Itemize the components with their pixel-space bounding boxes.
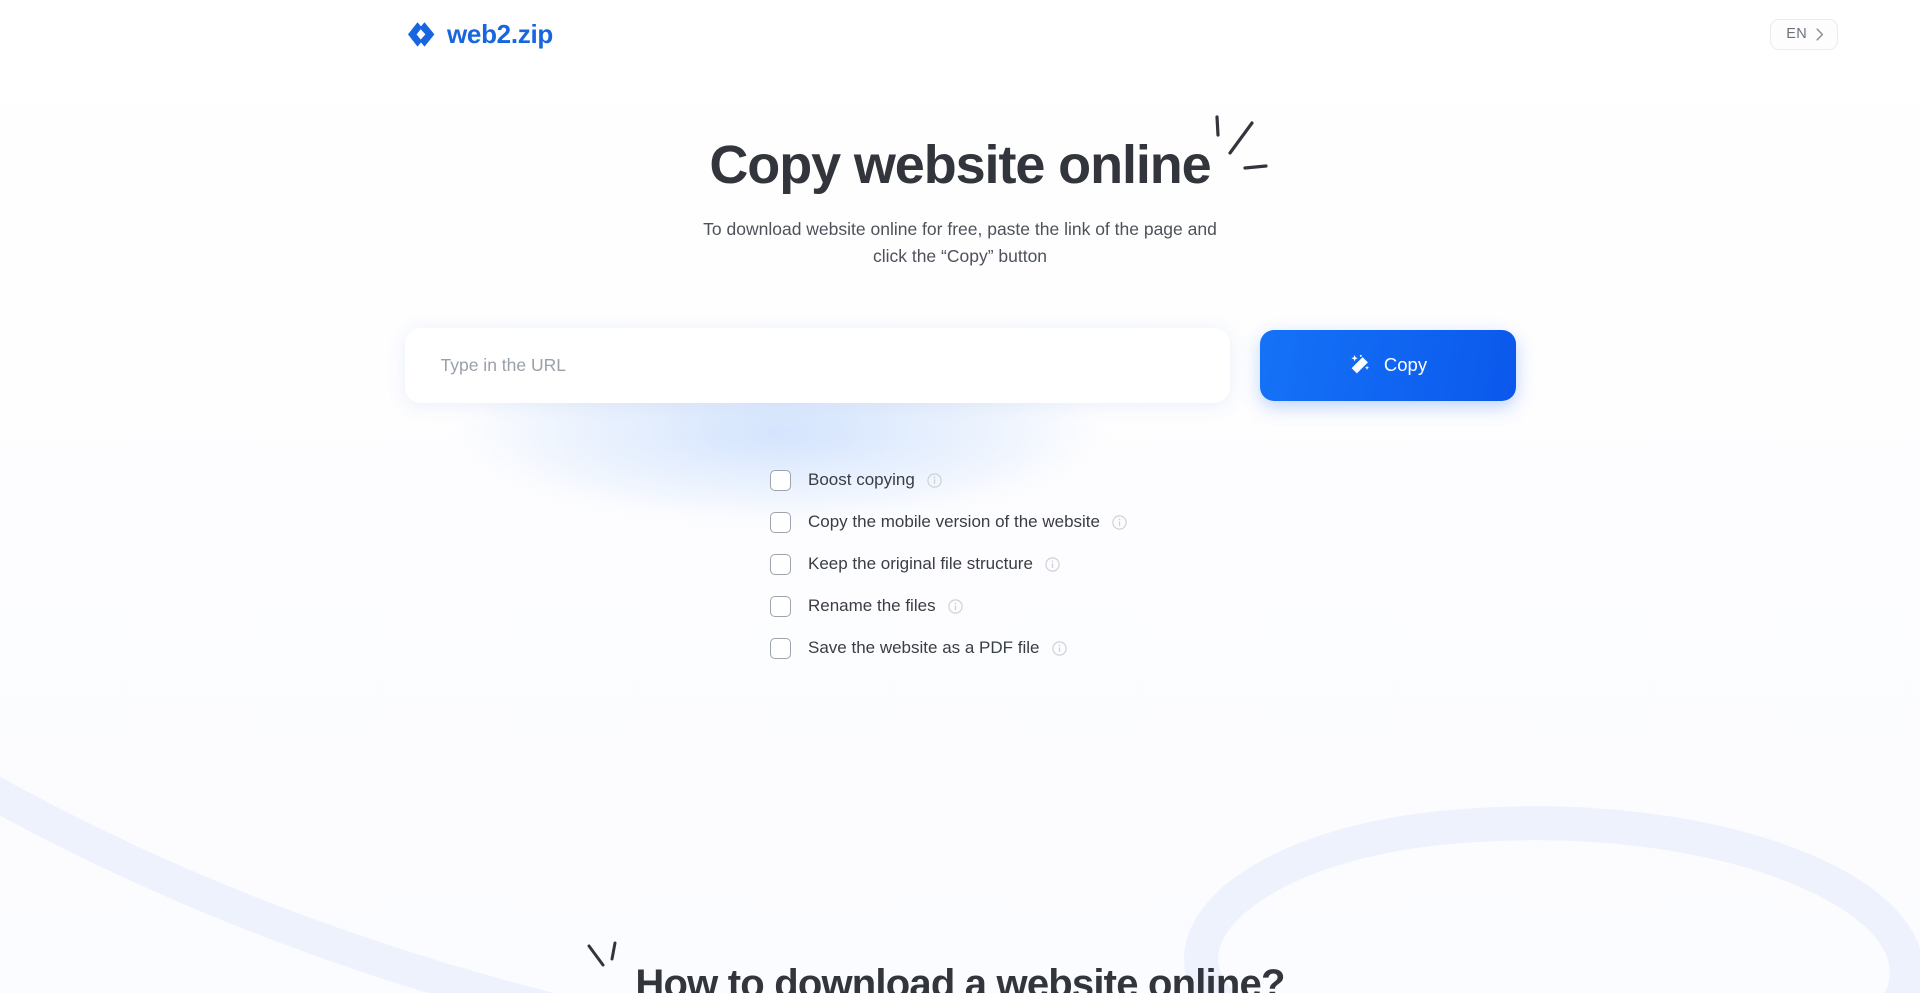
sparkle-lines-decoration-icon	[1214, 115, 1268, 170]
copy-button-label: Copy	[1383, 354, 1428, 376]
url-input[interactable]	[404, 327, 1230, 403]
hero-title-wrap: Copy website online	[709, 115, 1268, 195]
sparkle-lines-decoration-icon	[587, 941, 617, 967]
option-label: Copy the mobile version of the website	[808, 512, 1100, 532]
site-header: web2.zip EN	[0, 0, 1920, 68]
options-list: Boost copying Copy the mobile version of…	[770, 469, 1920, 659]
web2zip-chevrons-logo-icon	[408, 21, 435, 47]
info-circle-icon[interactable]	[1045, 557, 1060, 572]
hero-section: Copy website online To download website …	[0, 68, 1920, 269]
option-rename-files[interactable]: Rename the files	[770, 595, 963, 617]
option-keep-file-structure[interactable]: Keep the original file structure	[770, 553, 1060, 575]
checkbox-save-as-pdf[interactable]	[770, 637, 791, 659]
page-title: Copy website online	[709, 135, 1211, 195]
site-logo[interactable]: web2.zip	[405, 19, 553, 50]
language-label: EN	[1786, 26, 1807, 42]
checkbox-rename-files[interactable]	[770, 595, 791, 617]
option-label: Rename the files	[808, 596, 936, 616]
checkbox-keep-file-structure[interactable]	[770, 553, 791, 575]
info-circle-icon[interactable]	[1112, 515, 1127, 530]
logo-text: web2.zip	[447, 18, 553, 49]
chevron-right-icon	[1816, 27, 1824, 41]
option-save-as-pdf[interactable]: Save the website as a PDF file	[770, 637, 1067, 659]
info-circle-icon[interactable]	[927, 473, 942, 488]
option-boost-copying[interactable]: Boost copying	[770, 469, 942, 491]
checkbox-copy-mobile-version[interactable]	[770, 511, 791, 533]
next-section-peek: How to download a website online?	[0, 941, 1920, 993]
language-switcher-button[interactable]: EN	[1770, 18, 1838, 50]
copy-button[interactable]: Copy	[1259, 329, 1516, 401]
checkbox-boost-copying[interactable]	[770, 469, 791, 491]
info-circle-icon[interactable]	[1051, 641, 1067, 656]
option-copy-mobile-version[interactable]: Copy the mobile version of the website	[770, 511, 1127, 533]
copy-form: Copy	[0, 327, 1920, 403]
page-subtitle: To download website online for free, pas…	[703, 219, 1217, 266]
option-label: Save the website as a PDF file	[808, 638, 1040, 658]
next-title-wrap: How to download a website online?	[587, 941, 1285, 993]
option-label: Keep the original file structure	[808, 554, 1033, 574]
option-label: Boost copying	[808, 470, 915, 490]
info-circle-icon[interactable]	[947, 599, 963, 614]
next-section-title: How to download a website online?	[635, 962, 1285, 993]
magic-wand-icon	[1351, 354, 1370, 374]
